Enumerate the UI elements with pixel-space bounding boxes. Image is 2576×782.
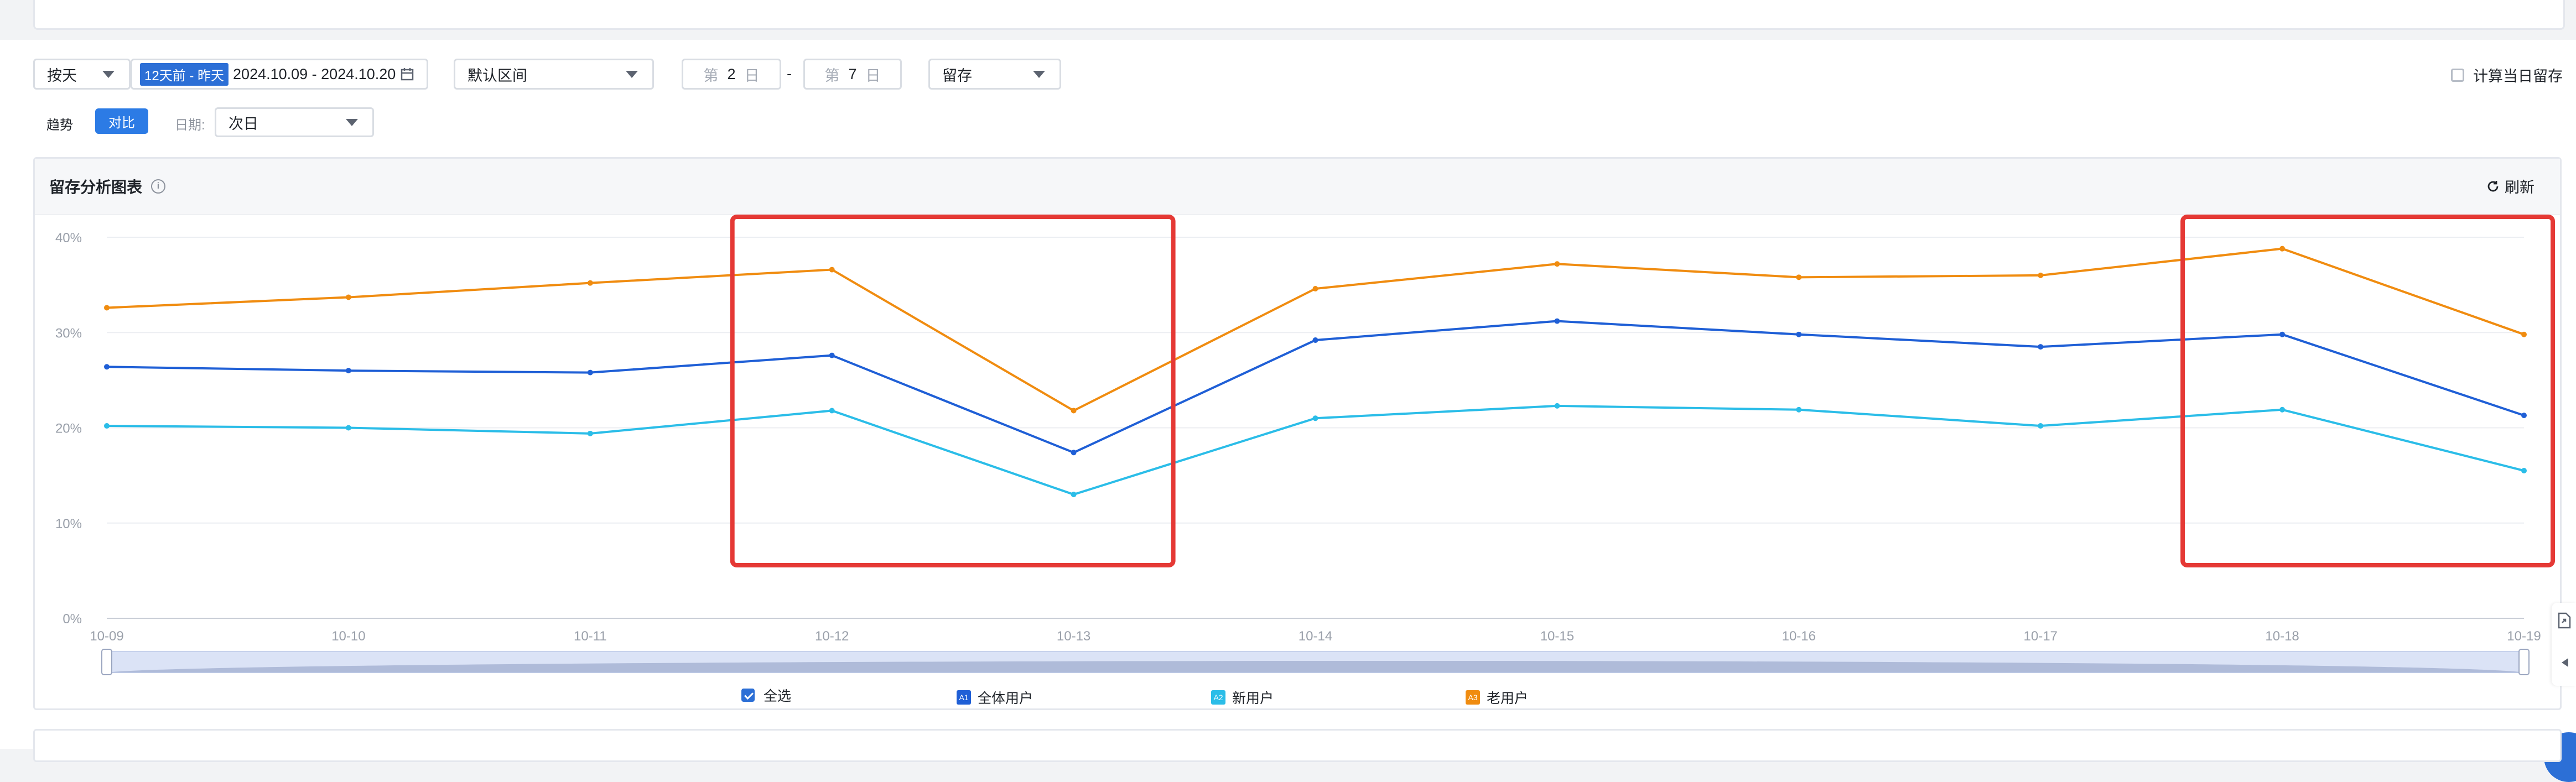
day-from-input[interactable]: 第 2 日: [682, 59, 781, 90]
calendar-icon: [401, 68, 414, 81]
export-icon[interactable]: [2556, 612, 2573, 629]
day-suffix: 日: [865, 67, 881, 84]
collapse-icon[interactable]: [2558, 656, 2572, 669]
legend-label: 全体用户: [978, 691, 1033, 706]
date-label: 日期:: [175, 118, 205, 133]
chart-header: 留存分析图表 i 刷新: [35, 159, 2560, 215]
metric-value: 留存: [942, 67, 972, 84]
chevron-down-icon: [102, 71, 115, 78]
granularity-value: 按天: [47, 67, 77, 84]
chevron-down-icon: [626, 71, 638, 78]
chevron-down-icon: [346, 119, 358, 126]
chevron-down-icon: [1033, 71, 1045, 78]
date-range-text: 2024.10.09 - 2024.10.20: [233, 65, 396, 82]
day-from-value: 2: [727, 65, 736, 82]
calc-today-toggle[interactable]: 计算当日留存: [2451, 64, 2563, 86]
granularity-select[interactable]: 按天: [33, 59, 131, 90]
interval-value: 默认区间: [468, 67, 527, 84]
previous-card: [33, 0, 2565, 30]
legend-label: 新用户: [1232, 691, 1274, 706]
calc-today-checkbox[interactable]: [2451, 68, 2464, 82]
legend-item[interactable]: A1 全体用户: [957, 687, 1033, 707]
legend-badge: A1: [957, 690, 971, 705]
legend-badge: A2: [1211, 690, 1225, 705]
day-prefix: 第: [703, 67, 719, 84]
interval-select[interactable]: 默认区间: [454, 59, 654, 90]
legend-item[interactable]: A3 老用户: [1466, 687, 1528, 707]
refresh-icon: [2487, 180, 2499, 191]
legend-label: 老用户: [1487, 691, 1529, 706]
legend: 全选 A1 全体用户 A2 新用户 A3 老用户: [35, 685, 2560, 707]
chart-card: 留存分析图表 i 刷新 全选 A1 全体用户 A2 新用户 A3 老用户: [33, 157, 2562, 710]
tab-trend[interactable]: 趋势: [46, 114, 73, 133]
day-to-input[interactable]: 第 7 日: [803, 59, 902, 90]
date-select[interactable]: 次日: [215, 107, 374, 137]
next-card: [33, 729, 2562, 762]
chart-title: 留存分析图表: [49, 179, 143, 196]
legend-item[interactable]: A2 新用户: [1211, 687, 1274, 707]
refresh-label: 刷新: [2505, 179, 2535, 196]
legend-select-all[interactable]: 全选: [741, 685, 791, 705]
metric-select[interactable]: 留存: [928, 59, 1061, 90]
legend-badge: A3: [1466, 690, 1480, 705]
day-prefix: 第: [824, 67, 840, 84]
info-icon[interactable]: i: [151, 179, 166, 194]
calc-today-label: 计算当日留存: [2473, 68, 2563, 85]
day-suffix: 日: [744, 67, 760, 84]
date-value: 次日: [228, 115, 258, 132]
range-separator: -: [787, 65, 792, 82]
day-to-value: 7: [848, 65, 857, 82]
date-range-tag: 12天前 - 昨天: [140, 62, 229, 86]
select-all-checkbox[interactable]: [741, 689, 755, 702]
refresh-button[interactable]: 刷新: [2486, 175, 2535, 197]
date-range-picker[interactable]: 12天前 - 昨天 2024.10.09 - 2024.10.20: [131, 59, 428, 90]
tab-compare[interactable]: 对比: [95, 108, 148, 134]
select-all-label: 全选: [764, 689, 792, 704]
